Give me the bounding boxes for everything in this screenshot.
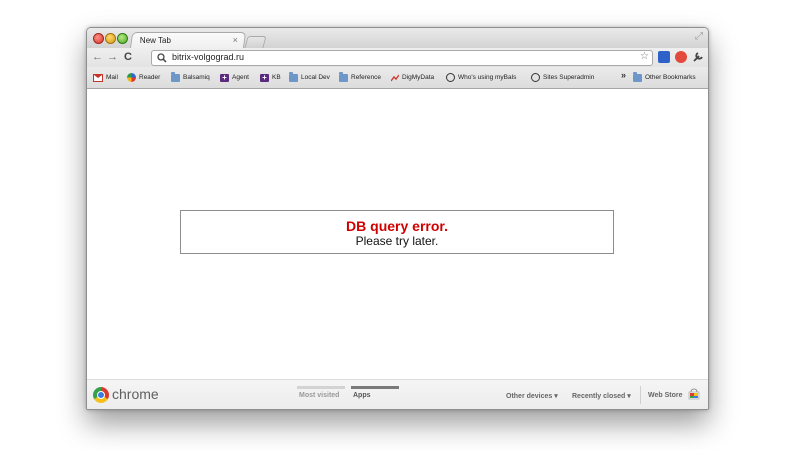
bookmark-reader[interactable]: Reader <box>127 72 160 83</box>
reader-icon <box>127 73 136 82</box>
tab-apps[interactable]: Apps <box>353 392 371 399</box>
fullscreen-icon[interactable]: ⤢ <box>695 31 703 42</box>
extension-share-icon[interactable] <box>658 51 670 63</box>
page-content: DB query error. Please try later. <box>87 89 708 379</box>
forward-button[interactable]: → <box>107 50 118 64</box>
web-store-icon[interactable] <box>688 388 700 400</box>
gmail-icon <box>93 73 103 82</box>
new-tab-footer: chrome Most visited Apps Other devices ▾… <box>87 379 708 409</box>
folder-icon <box>289 71 298 82</box>
bookmark-agent[interactable]: + Agent <box>220 72 249 83</box>
back-button[interactable]: ← <box>92 50 103 64</box>
bookmarks-overflow-chevron-icon[interactable]: » <box>621 70 626 80</box>
bookmark-other-bookmarks[interactable]: Other Bookmarks <box>633 71 696 83</box>
bookmark-reference[interactable]: Reference <box>339 71 381 83</box>
chart-icon <box>391 74 399 81</box>
other-devices-menu[interactable]: Other devices ▾ <box>506 392 558 400</box>
close-window-button[interactable] <box>93 33 104 44</box>
extension-stop-icon[interactable] <box>675 51 687 63</box>
bookmark-whos-using[interactable]: Who's using myBals <box>446 72 526 83</box>
plus-icon: + <box>220 73 229 82</box>
address-bar[interactable]: bitrix-volgograd.ru ☆ <box>151 50 653 66</box>
bookmark-sites-superadmin[interactable]: Sites Superadmin <box>531 72 594 83</box>
bookmark-balsamiq[interactable]: Balsamiq <box>171 71 210 83</box>
bookmark-kb[interactable]: + KB <box>260 72 281 83</box>
bookmark-local-dev[interactable]: Local Dev <box>289 71 330 83</box>
bookmark-star-icon[interactable]: ☆ <box>640 51 649 62</box>
bookmark-digmydata[interactable]: DigMyData <box>391 72 434 83</box>
plus-icon: + <box>260 73 269 82</box>
web-store-link[interactable]: Web Store <box>648 392 683 399</box>
tab-close-icon[interactable]: × <box>233 35 238 45</box>
browser-window: New Tab × ⤢ ← → C bitrix-volgograd.ru ☆ … <box>86 27 709 410</box>
tab-title: New Tab <box>139 36 171 45</box>
title-bar: New Tab × ⤢ <box>87 28 708 49</box>
new-tab-button[interactable] <box>244 36 267 48</box>
folder-icon <box>339 71 348 82</box>
reload-button[interactable]: C <box>124 50 132 64</box>
search-icon <box>157 53 167 63</box>
error-title: DB query error. <box>346 218 448 234</box>
url-text: bitrix-volgograd.ru <box>172 52 245 62</box>
pager-apps[interactable] <box>351 386 399 389</box>
bookmarks-bar: Mail Reader Balsamiq + Agent + KB Local … <box>87 67 708 89</box>
smile-icon <box>531 73 540 82</box>
bookmark-mail[interactable]: Mail <box>93 72 118 83</box>
tab-new-tab[interactable]: New Tab × <box>129 32 247 49</box>
wrench-icon[interactable] <box>692 51 704 63</box>
pager-most-visited[interactable] <box>297 386 345 389</box>
chrome-wordmark: chrome <box>112 386 159 402</box>
chrome-logo-icon <box>93 387 109 403</box>
folder-icon <box>633 71 642 82</box>
toolbar: ← → C bitrix-volgograd.ru ☆ <box>87 48 708 67</box>
zoom-window-button[interactable] <box>117 33 128 44</box>
recently-closed-menu[interactable]: Recently closed ▾ <box>572 392 631 400</box>
footer-divider <box>640 386 641 404</box>
error-box: DB query error. Please try later. <box>180 210 614 254</box>
tab-most-visited[interactable]: Most visited <box>299 392 339 399</box>
error-message: Please try later. <box>355 234 439 248</box>
minimize-window-button[interactable] <box>105 33 116 44</box>
smile-icon <box>446 73 455 82</box>
folder-icon <box>171 71 180 82</box>
